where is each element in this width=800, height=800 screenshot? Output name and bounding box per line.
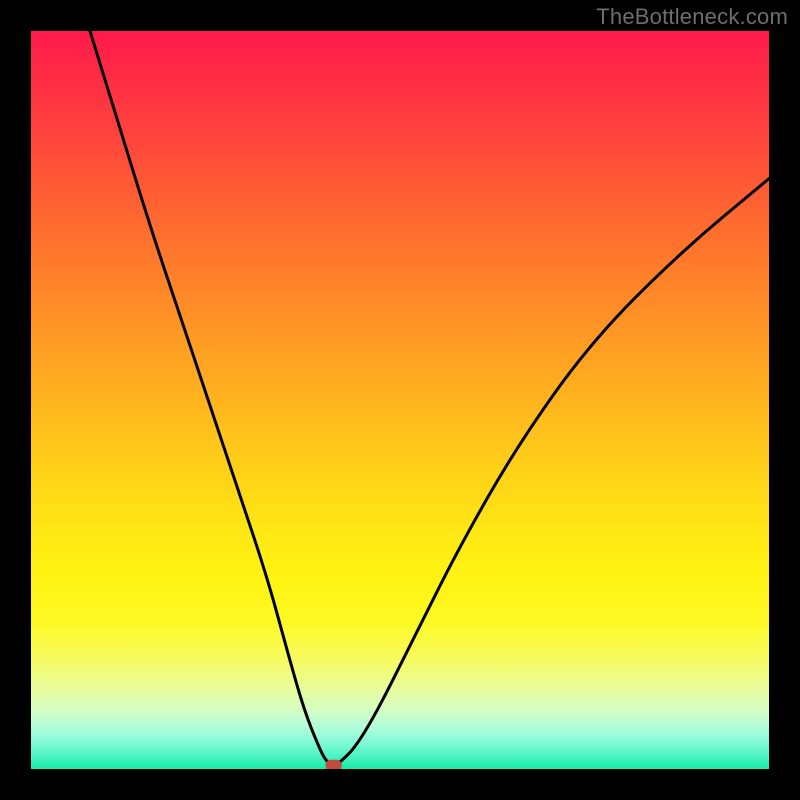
chart-frame: TheBottleneck.com: [0, 0, 800, 800]
curve-svg: [31, 31, 769, 769]
watermark-text: TheBottleneck.com: [596, 4, 788, 30]
plot-area: [31, 31, 769, 769]
bottleneck-curve: [90, 31, 769, 764]
optimum-marker: [326, 760, 342, 769]
